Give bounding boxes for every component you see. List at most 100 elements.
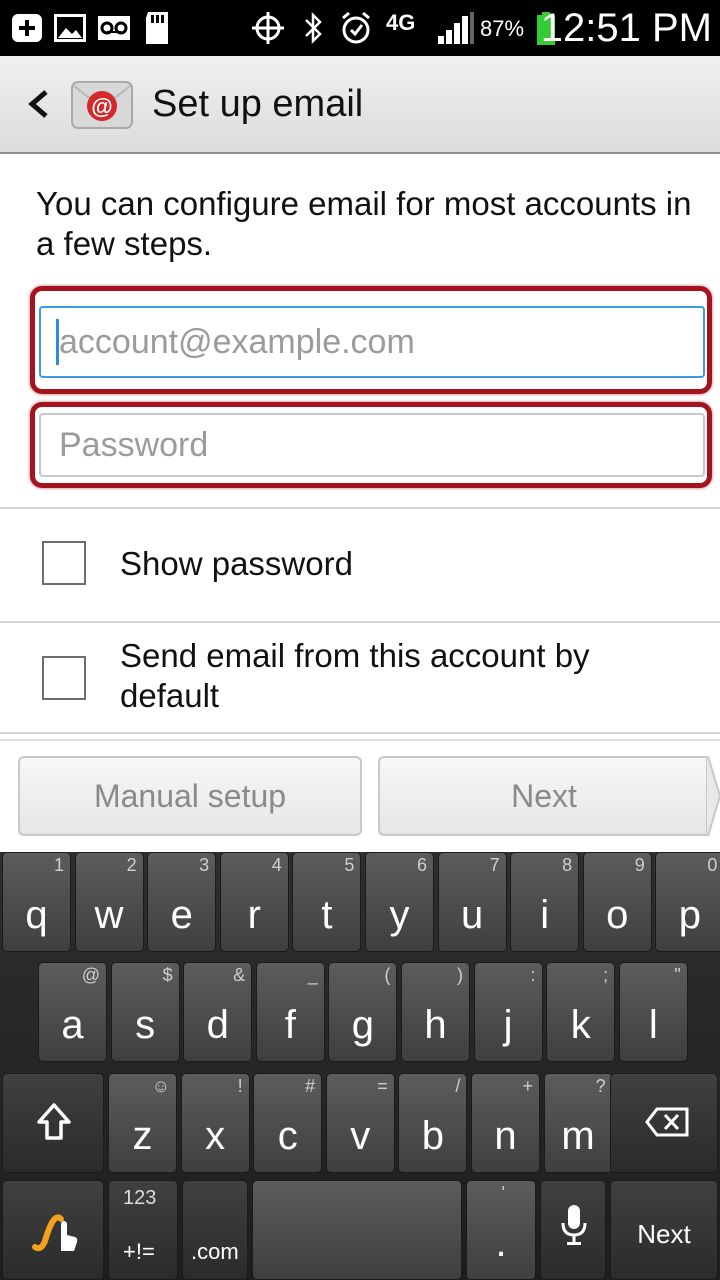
soft-keyboard: 1q2w3e4r5t6y7u8i9o0p @ a $ s & d _ f(g) h: j; k " l …	[0, 852, 720, 1280]
key-n[interactable]: + n	[471, 1073, 540, 1173]
key-c[interactable]: # c	[253, 1073, 323, 1173]
manual-setup-button[interactable]: Manual setup	[18, 756, 362, 836]
key-secondary-label: &	[233, 965, 246, 985]
email-field[interactable]	[39, 306, 705, 378]
key-secondary-label: 3	[199, 855, 210, 875]
period-key-label: .	[495, 1221, 507, 1265]
key-f[interactable]: _ f	[255, 962, 325, 1062]
key-label: v	[350, 1114, 371, 1158]
key-secondary-label: 2	[126, 855, 137, 875]
send-default-label[interactable]: Send email from this account by default	[120, 636, 680, 716]
chevron-left-icon[interactable]	[20, 80, 56, 128]
key-secondary-label: 8	[562, 855, 573, 875]
key-t[interactable]: 5t	[292, 852, 362, 952]
key-u[interactable]: 7u	[437, 852, 507, 952]
key-m[interactable]: ? m	[543, 1073, 613, 1173]
symbols-key[interactable]: 123 +!=	[108, 1180, 178, 1280]
keyboard-next-label: Next	[637, 1219, 691, 1249]
key-label: o	[606, 893, 629, 937]
period-key[interactable]: ' .	[466, 1180, 536, 1280]
key-secondary-label: ?	[595, 1076, 606, 1096]
image-icon	[54, 14, 86, 42]
show-password-checkbox[interactable]	[42, 541, 86, 585]
next-button[interactable]: Next	[378, 756, 708, 836]
key-l[interactable]: " l	[618, 962, 688, 1062]
key-d[interactable]: & d	[183, 962, 253, 1062]
key-q[interactable]: 1q	[2, 852, 71, 952]
add-icon	[12, 14, 42, 42]
key-x[interactable]: ! x	[180, 1073, 250, 1173]
alarm-icon	[342, 11, 370, 44]
key-label: y	[389, 893, 410, 937]
key-j[interactable]: :j	[473, 962, 543, 1062]
key-label: f	[284, 1003, 296, 1047]
key-i[interactable]: 8i	[510, 852, 580, 952]
bluetooth-icon	[305, 11, 322, 45]
key-g[interactable]: (g	[328, 962, 398, 1062]
key-w[interactable]: 2w	[74, 852, 144, 952]
key-label: r	[247, 893, 261, 937]
microphone-icon	[561, 1205, 587, 1245]
key-y[interactable]: 6y	[365, 852, 434, 952]
key-s[interactable]: $ s	[110, 962, 180, 1062]
key-z[interactable]: ☺ z	[108, 1073, 177, 1173]
key-label: b	[421, 1114, 445, 1158]
send-default-checkbox[interactable]	[42, 656, 86, 700]
network-4g-icon: 4G	[386, 10, 416, 35]
key-label: h	[424, 1003, 447, 1047]
key-label: q	[25, 893, 48, 937]
text-cursor	[56, 319, 59, 365]
key-v[interactable]: = v	[325, 1073, 395, 1173]
key-label: w	[94, 893, 124, 937]
key-a[interactable]: @ a	[38, 962, 107, 1062]
key-k[interactable]: ; k	[546, 962, 616, 1062]
swype-icon	[32, 1214, 78, 1252]
symbols-key-bottom: +!=	[123, 1239, 155, 1264]
key-secondary-label: #	[305, 1076, 316, 1096]
key-secondary-label: ☺	[151, 1076, 170, 1096]
page-title: Set up email	[152, 83, 364, 125]
next-arrow-edge	[706, 756, 720, 836]
key-secondary-label: :	[530, 965, 536, 985]
divider	[0, 621, 720, 623]
backspace-key[interactable]	[610, 1073, 718, 1173]
key-secondary-label: "	[674, 965, 681, 985]
space-key[interactable]	[252, 1180, 462, 1280]
key-label: i	[540, 893, 550, 937]
key-secondary-label: +	[522, 1076, 533, 1096]
divider	[0, 732, 720, 734]
shift-key[interactable]	[2, 1073, 104, 1173]
key-label: t	[321, 893, 333, 937]
svg-text:@: @	[91, 94, 112, 119]
key-label: n	[494, 1114, 517, 1158]
show-password-label[interactable]: Show password	[120, 544, 353, 584]
voice-input-key[interactable]	[540, 1180, 606, 1280]
key-secondary-label: 7	[489, 855, 500, 875]
key-secondary-label: (	[384, 965, 391, 985]
key-r[interactable]: 4r	[219, 852, 289, 952]
key-label: l	[648, 1003, 658, 1047]
key-p[interactable]: 0p	[655, 852, 720, 952]
period-key-sub: '	[501, 1183, 505, 1203]
key-e[interactable]: 3e	[147, 852, 217, 952]
key-label: g	[351, 1003, 375, 1047]
clock-time: 12:51 PM	[540, 6, 712, 50]
battery-percent: 87%	[480, 16, 525, 41]
shift-icon	[37, 1103, 71, 1140]
key-o[interactable]: 9o	[582, 852, 652, 952]
key-secondary-label: /	[455, 1076, 461, 1096]
key-label: x	[205, 1114, 226, 1158]
gps-icon	[252, 12, 284, 44]
voicemail-icon	[98, 16, 130, 40]
password-field[interactable]	[39, 413, 705, 477]
swype-key[interactable]	[2, 1180, 104, 1280]
key-secondary-label: $	[162, 965, 173, 985]
key-label: d	[206, 1003, 229, 1047]
dotcom-key[interactable]: .com	[182, 1180, 248, 1280]
keyboard-next-key[interactable]: Next	[610, 1180, 718, 1280]
key-b[interactable]: / b	[398, 1073, 468, 1173]
key-h[interactable]: ) h	[401, 962, 470, 1062]
key-label: k	[570, 1003, 591, 1047]
key-secondary-label: 0	[707, 855, 718, 875]
status-bar: 4G 87% 12:51 PM	[0, 0, 720, 56]
